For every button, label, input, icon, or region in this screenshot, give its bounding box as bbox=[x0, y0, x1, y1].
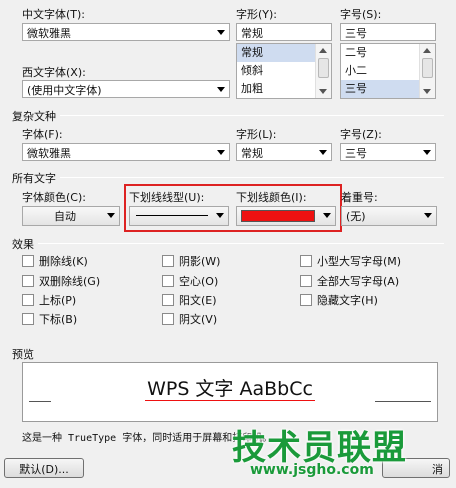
complex-style-value: 常规 bbox=[241, 147, 263, 160]
emphasis-label: 着重号: bbox=[341, 191, 378, 204]
checkbox-hidden[interactable]: 隐藏文字(H) bbox=[300, 294, 378, 308]
font-size-scrollbar[interactable] bbox=[419, 44, 435, 98]
emphasis-value: (无) bbox=[346, 210, 366, 223]
complex-size-value: 三号 bbox=[345, 147, 367, 160]
complex-font-label: 字体(F): bbox=[22, 128, 63, 141]
chevron-down-icon bbox=[217, 150, 225, 155]
checkbox-box[interactable] bbox=[162, 313, 174, 325]
scroll-down-icon[interactable] bbox=[319, 89, 327, 94]
underline-color-label: 下划线颜色(I): bbox=[236, 191, 307, 204]
color-swatch bbox=[241, 210, 315, 222]
scroll-thumb[interactable] bbox=[318, 58, 329, 78]
complex-font-combo[interactable]: 微软雅黑 bbox=[22, 143, 230, 161]
baseline-left bbox=[29, 401, 51, 402]
underline-color-combo[interactable] bbox=[236, 206, 336, 226]
complex-style-combo[interactable]: 常规 bbox=[236, 143, 332, 161]
checkbox-double-strikethrough[interactable]: 双删除线(G) bbox=[22, 275, 100, 289]
chevron-down-icon bbox=[323, 213, 331, 218]
western-font-label: 西文字体(X): bbox=[22, 66, 86, 79]
preview-box: WPS 文字 AaBbCc bbox=[22, 362, 438, 422]
underline-sample-line bbox=[136, 215, 208, 216]
checkbox-box[interactable] bbox=[300, 255, 312, 267]
chevron-down-icon bbox=[423, 150, 431, 155]
checkbox-shadow[interactable]: 阴影(W) bbox=[162, 255, 220, 269]
scroll-up-icon[interactable] bbox=[319, 48, 327, 53]
checkbox-all-caps[interactable]: 全部大写字母(A) bbox=[300, 275, 399, 289]
chevron-down-icon bbox=[107, 213, 115, 218]
chevron-down-icon bbox=[217, 87, 225, 92]
checkbox-emboss[interactable]: 阳文(E) bbox=[162, 294, 217, 308]
complex-size-combo[interactable]: 三号 bbox=[340, 143, 436, 161]
scroll-down-icon[interactable] bbox=[423, 89, 431, 94]
chevron-down-icon bbox=[319, 150, 327, 155]
font-size-label: 字号(S): bbox=[340, 8, 382, 21]
checkbox-subscript[interactable]: 下标(B) bbox=[22, 313, 77, 327]
divider bbox=[12, 115, 444, 116]
effects-title: 效果 bbox=[12, 236, 38, 252]
scroll-up-icon[interactable] bbox=[423, 48, 431, 53]
complex-script-title: 复杂文种 bbox=[12, 108, 60, 124]
font-style-input[interactable]: 常规 bbox=[236, 23, 332, 41]
underline-type-combo[interactable] bbox=[129, 206, 229, 226]
checkbox-superscript[interactable]: 上标(P) bbox=[22, 294, 76, 308]
underline-type-label: 下划线线型(U): bbox=[129, 191, 205, 204]
checkbox-box[interactable] bbox=[22, 275, 34, 287]
checkbox-box[interactable] bbox=[162, 275, 174, 287]
scroll-thumb[interactable] bbox=[422, 58, 433, 78]
preview-sample: WPS 文字 AaBbCc bbox=[145, 378, 315, 401]
checkbox-engrave[interactable]: 阴文(V) bbox=[162, 313, 217, 327]
all-text-title: 所有文字 bbox=[12, 170, 60, 186]
emphasis-combo[interactable]: (无) bbox=[341, 206, 437, 226]
checkbox-box[interactable] bbox=[300, 275, 312, 287]
default-button[interactable]: 默认(D)... bbox=[4, 458, 84, 478]
western-font-combo[interactable]: (使用中文字体) bbox=[22, 80, 230, 98]
checkbox-box[interactable] bbox=[22, 313, 34, 325]
checkbox-box[interactable] bbox=[162, 294, 174, 306]
divider bbox=[12, 177, 444, 178]
chinese-font-value: 微软雅黑 bbox=[27, 27, 71, 40]
font-style-list[interactable]: 常规 倾斜 加粗 bbox=[236, 43, 332, 99]
watermark-url: www.jsgho.com bbox=[250, 462, 374, 478]
checkbox-box[interactable] bbox=[22, 294, 34, 306]
preview-title: 预览 bbox=[12, 348, 34, 361]
chevron-down-icon bbox=[424, 213, 432, 218]
font-color-label: 字体颜色(C): bbox=[22, 191, 86, 204]
checkbox-box[interactable] bbox=[300, 294, 312, 306]
chinese-font-combo[interactable]: 微软雅黑 bbox=[22, 23, 230, 41]
font-size-input[interactable]: 三号 bbox=[340, 23, 436, 41]
checkbox-outline[interactable]: 空心(O) bbox=[162, 275, 218, 289]
chinese-font-label: 中文字体(T): bbox=[22, 8, 86, 21]
font-style-label: 字形(Y): bbox=[236, 8, 278, 21]
complex-style-label: 字形(L): bbox=[236, 128, 277, 141]
chevron-down-icon bbox=[217, 30, 225, 35]
western-font-value: (使用中文字体) bbox=[27, 84, 102, 97]
checkbox-small-caps[interactable]: 小型大写字母(M) bbox=[300, 255, 401, 269]
font-size-list[interactable]: 二号 小二 三号 bbox=[340, 43, 436, 99]
font-color-combo[interactable]: 自动 bbox=[22, 206, 120, 226]
font-style-scrollbar[interactable] bbox=[315, 44, 331, 98]
divider bbox=[12, 243, 444, 244]
complex-size-label: 字号(Z): bbox=[340, 128, 382, 141]
checkbox-strikethrough[interactable]: 删除线(K) bbox=[22, 255, 88, 269]
complex-font-value: 微软雅黑 bbox=[27, 147, 71, 160]
font-color-value: 自动 bbox=[54, 210, 76, 223]
preview-sample-wrap: WPS 文字 AaBbCc bbox=[23, 377, 437, 401]
checkbox-box[interactable] bbox=[162, 255, 174, 267]
checkbox-box[interactable] bbox=[22, 255, 34, 267]
baseline-right bbox=[375, 401, 431, 402]
chevron-down-icon bbox=[216, 213, 224, 218]
